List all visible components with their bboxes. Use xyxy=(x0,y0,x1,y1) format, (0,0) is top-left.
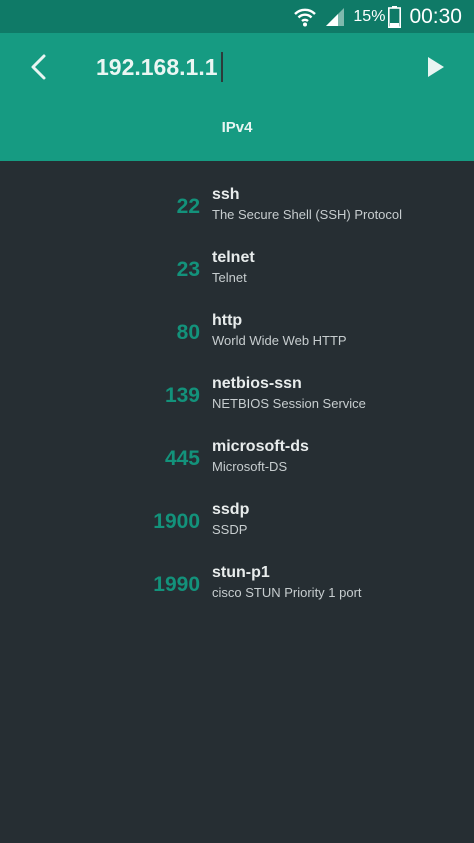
tab-ipv4[interactable]: IPv4 xyxy=(0,119,474,143)
service-name: ssh xyxy=(212,186,240,203)
text-cursor xyxy=(220,52,223,82)
battery-percent: 15% xyxy=(353,7,386,25)
service-name: ssdp xyxy=(212,501,250,518)
port-number: 23 xyxy=(176,258,200,281)
port-list: 22 ssh The Secure Shell (SSH) Protocol 2… xyxy=(0,161,474,602)
service-description: SSDP xyxy=(212,522,248,537)
service-name: microsoft-ds xyxy=(212,438,309,455)
service-description: Microsoft-DS xyxy=(212,459,288,474)
port-number: 80 xyxy=(176,321,200,344)
host-input[interactable]: 192.168.1.1 xyxy=(96,49,396,85)
service-description: Telnet xyxy=(212,270,247,285)
status-bar: 15% 00:30 xyxy=(0,0,474,33)
signal-icon xyxy=(326,7,345,26)
service-description: The Secure Shell (SSH) Protocol xyxy=(212,207,403,222)
list-item[interactable]: 1900 ssdp SSDP xyxy=(0,476,474,539)
wifi-icon xyxy=(294,8,317,26)
list-item[interactable]: 1990 stun-p1 cisco STUN Priority 1 port xyxy=(0,539,474,602)
list-item[interactable]: 80 http World Wide Web HTTP xyxy=(0,287,474,350)
list-item[interactable]: 139 netbios-ssn NETBIOS Session Service xyxy=(0,350,474,413)
service-description: World Wide Web HTTP xyxy=(212,333,347,348)
list-item[interactable]: 445 microsoft-ds Microsoft-DS xyxy=(0,413,474,476)
port-number: 22 xyxy=(176,195,200,218)
back-button[interactable] xyxy=(20,47,56,87)
service-description: NETBIOS Session Service xyxy=(212,396,366,411)
list-item[interactable]: 23 telnet Telnet xyxy=(0,224,474,287)
app-bar: 192.168.1.1 IPv4 xyxy=(0,33,474,161)
play-icon xyxy=(428,57,444,77)
chevron-left-icon xyxy=(31,54,46,80)
service-name: http xyxy=(212,312,243,329)
battery-icon xyxy=(388,5,402,28)
service-name: stun-p1 xyxy=(212,564,270,581)
list-item[interactable]: 22 ssh The Secure Shell (SSH) Protocol xyxy=(0,161,474,224)
clock: 00:30 xyxy=(409,4,462,28)
service-description: cisco STUN Priority 1 port xyxy=(212,585,362,600)
port-number: 1900 xyxy=(153,510,200,533)
service-name: telnet xyxy=(212,249,255,266)
port-number: 445 xyxy=(164,447,200,470)
go-button[interactable] xyxy=(418,47,454,87)
host-input-value: 192.168.1.1 xyxy=(96,53,218,80)
service-name: netbios-ssn xyxy=(212,375,302,392)
port-number: 139 xyxy=(164,384,200,407)
port-number: 1990 xyxy=(153,573,200,596)
